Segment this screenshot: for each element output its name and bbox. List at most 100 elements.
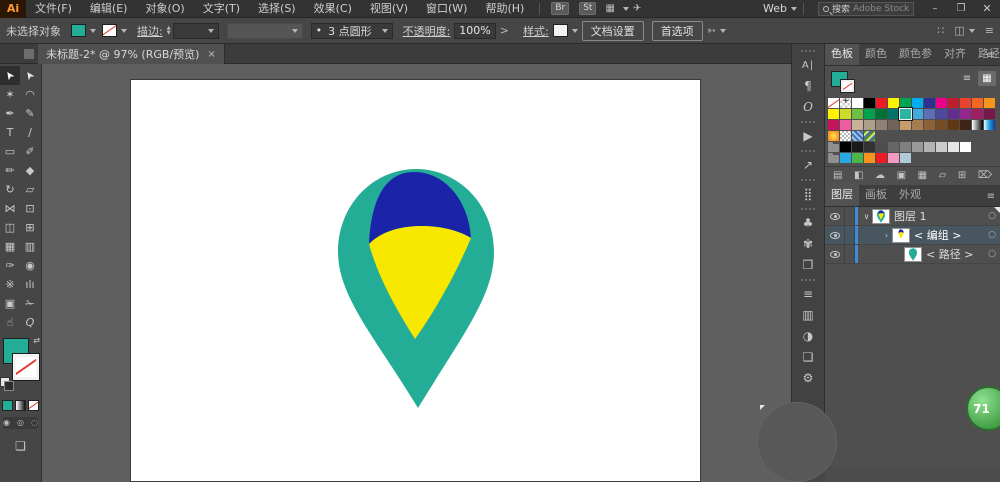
- expand-chevron-icon[interactable]: ∨: [861, 212, 872, 221]
- adobe-stock-search[interactable]: 搜索 Adobe Stock: [818, 2, 914, 16]
- eraser-tool[interactable]: ◆: [20, 161, 40, 180]
- swatches-tab[interactable]: 颜色参: [893, 42, 938, 65]
- color-swatch[interactable]: [852, 142, 863, 152]
- color-swatch[interactable]: [972, 98, 983, 108]
- slice-tool[interactable]: ✁: [20, 294, 40, 313]
- symbols-panel-icon[interactable]: ♣: [792, 213, 824, 234]
- chevron-down-icon[interactable]: [969, 29, 975, 33]
- color-swatch[interactable]: [984, 98, 995, 108]
- menu-item-2[interactable]: 对象(O): [136, 0, 193, 18]
- stroke-color-indicator[interactable]: [13, 354, 39, 380]
- color-swatch[interactable]: [972, 109, 983, 119]
- color-swatch[interactable]: [924, 142, 935, 152]
- grid-view-icon[interactable]: ▦: [978, 71, 996, 86]
- dock-drag-handle[interactable]: [801, 150, 815, 152]
- chevron-down-icon[interactable]: [572, 29, 578, 33]
- color-swatch[interactable]: [948, 142, 959, 152]
- lock-column[interactable]: [845, 245, 855, 263]
- layers-tab[interactable]: 图层: [825, 183, 859, 206]
- artboard-tool[interactable]: ▣: [0, 294, 20, 313]
- grad-orange-swatch[interactable]: [828, 131, 839, 141]
- stock-button[interactable]: St: [579, 2, 596, 15]
- color-swatch[interactable]: [960, 120, 971, 130]
- stroke-weight-dropdown[interactable]: [173, 23, 219, 39]
- layer-thumbnail[interactable]: [872, 209, 890, 224]
- map-pin-artwork[interactable]: [131, 80, 700, 481]
- layers-tab[interactable]: 画板: [859, 183, 893, 206]
- mesh-tool[interactable]: ▦: [0, 237, 20, 256]
- direct-selection-tool[interactable]: ➤: [20, 66, 40, 85]
- stroke-weight-stepper[interactable]: ▲▼: [167, 26, 171, 36]
- graphic-style-swatch[interactable]: [553, 24, 568, 37]
- opacity-label[interactable]: 不透明度:: [403, 23, 451, 39]
- stroke-weight-label[interactable]: 描边:: [137, 23, 163, 39]
- list-view-icon[interactable]: ≡: [958, 71, 976, 86]
- color-swatch[interactable]: [924, 109, 935, 119]
- color-swatch[interactable]: [888, 142, 899, 152]
- color-swatch[interactable]: [828, 109, 839, 119]
- menu-item-4[interactable]: 选择(S): [249, 0, 305, 18]
- color-swatch[interactable]: [960, 142, 971, 152]
- eyedropper-tool[interactable]: ✑: [0, 256, 20, 275]
- menu-item-0[interactable]: 文件(F): [26, 0, 81, 18]
- column-graph-tool[interactable]: ılı: [20, 275, 40, 294]
- color-swatch[interactable]: [912, 109, 923, 119]
- color-swatch[interactable]: [852, 153, 863, 163]
- color-swatch[interactable]: [876, 120, 887, 130]
- workspace-switcher[interactable]: Web: [763, 2, 797, 15]
- dock-drag-handle[interactable]: [801, 179, 815, 181]
- menu-item-3[interactable]: 文字(T): [194, 0, 249, 18]
- layer-row[interactable]: ›< 编组 >○: [825, 226, 1000, 245]
- color-swatch[interactable]: [864, 120, 875, 130]
- brushes-panel-icon[interactable]: ✾: [792, 234, 824, 255]
- color-swatch[interactable]: [888, 109, 899, 119]
- free-transform-tool[interactable]: ⊡: [20, 199, 40, 218]
- lock-column[interactable]: [845, 207, 855, 225]
- symbol-sprayer-tool[interactable]: ※: [0, 275, 20, 294]
- color-swatch[interactable]: [948, 120, 959, 130]
- color-swatch[interactable]: [864, 98, 875, 108]
- restore-button[interactable]: ❐: [948, 0, 974, 18]
- shape-builder-tool[interactable]: ◫: [0, 218, 20, 237]
- visibility-eye-icon[interactable]: [825, 245, 845, 263]
- color-swatch[interactable]: [864, 142, 875, 152]
- expand-chevron-icon[interactable]: ›: [881, 231, 892, 240]
- scale-tool[interactable]: ▱: [20, 180, 40, 199]
- gradient-mode-button[interactable]: [15, 400, 26, 411]
- chevron-down-icon[interactable]: [720, 29, 726, 33]
- menu-item-8[interactable]: 帮助(H): [476, 0, 533, 18]
- gpu-performance-icon[interactable]: ✈: [633, 3, 641, 14]
- pathfinder-panel-icon[interactable]: ❒: [792, 255, 824, 276]
- color-swatch[interactable]: [936, 98, 947, 108]
- curvature-tool[interactable]: ✎: [20, 104, 40, 123]
- target-circle-icon[interactable]: ○: [984, 249, 1000, 259]
- target-circle-icon[interactable]: ○: [984, 230, 1000, 240]
- draw-behind-icon[interactable]: ◎: [14, 417, 27, 429]
- selection-tool[interactable]: ➤: [0, 66, 20, 85]
- pointer-options-icon[interactable]: ➳: [707, 24, 716, 37]
- chevron-down-icon[interactable]: [623, 7, 629, 11]
- opentype-panel-icon[interactable]: O: [792, 97, 824, 118]
- grad-bw-swatch[interactable]: [972, 120, 983, 130]
- color-swatch[interactable]: [876, 142, 887, 152]
- color-swatch[interactable]: [936, 142, 947, 152]
- panel-list-icon[interactable]: ≡: [985, 24, 994, 37]
- color-swatch[interactable]: [828, 120, 839, 130]
- color-swatch[interactable]: [864, 153, 875, 163]
- color-group-folder-icon[interactable]: [828, 155, 839, 163]
- layer-row[interactable]: ∨图层 1○: [825, 207, 1000, 226]
- pattern-blue-swatch[interactable]: [852, 131, 863, 141]
- pencil-tool[interactable]: ✏: [0, 161, 20, 180]
- lasso-tool[interactable]: ◠: [20, 85, 40, 104]
- swatch-kinds-icon[interactable]: ◧: [854, 170, 863, 181]
- menu-item-5[interactable]: 效果(C): [305, 0, 361, 18]
- color-swatch[interactable]: [852, 98, 863, 108]
- hand-tool[interactable]: ☝: [0, 313, 20, 332]
- zoom-tool[interactable]: Q: [20, 313, 40, 332]
- color-swatch[interactable]: [900, 153, 911, 163]
- color-swatch[interactable]: [900, 109, 911, 119]
- swatches-tab[interactable]: 色板: [825, 42, 859, 65]
- color-swatch[interactable]: [888, 153, 899, 163]
- brush-definition-dropdown[interactable]: • 3 点圆形: [311, 23, 393, 39]
- fill-color-swatch[interactable]: [71, 24, 86, 37]
